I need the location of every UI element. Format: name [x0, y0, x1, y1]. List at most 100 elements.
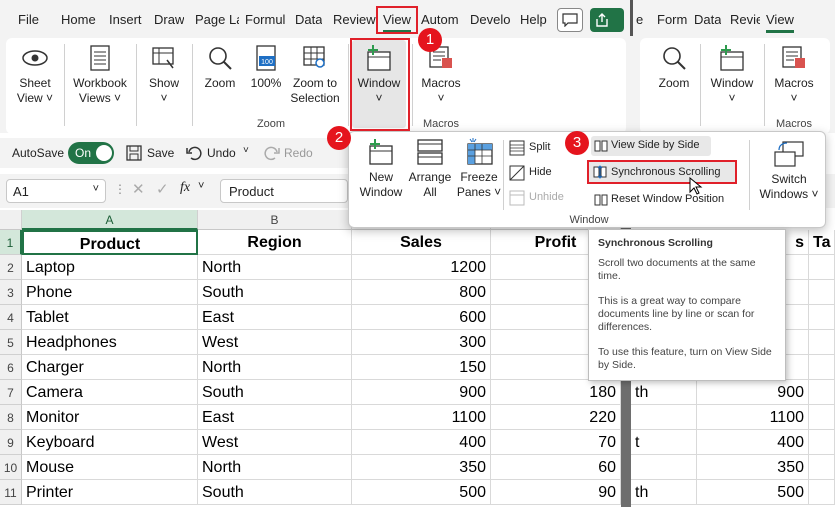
right-table-cell[interactable]: t — [631, 430, 697, 455]
tab-developer[interactable]: Develo — [470, 12, 512, 27]
table-cell[interactable]: North — [198, 355, 352, 380]
undo-icon[interactable] — [186, 145, 202, 161]
fx-dropdown-icon[interactable]: ˅ — [198, 180, 204, 192]
table-cell[interactable]: Headphones — [22, 330, 198, 355]
view-side-by-side-button[interactable]: View Side by Side — [591, 136, 711, 156]
header-cell[interactable]: Region — [198, 230, 352, 255]
table-cell[interactable]: 70 — [491, 430, 621, 455]
table-cell[interactable]: 400 — [352, 430, 491, 455]
row-header[interactable]: 5 — [0, 330, 22, 355]
tab-help[interactable]: Help — [520, 12, 547, 27]
row-header[interactable]: 4 — [0, 305, 22, 330]
sheet-view-button[interactable]: Sheet View ˅ — [12, 44, 58, 106]
table-cell[interactable]: 800 — [352, 280, 491, 305]
zoom-button[interactable]: Zoom — [198, 44, 242, 91]
row-header[interactable]: 11 — [0, 480, 22, 505]
table-cell[interactable]: West — [198, 430, 352, 455]
right-table-cell[interactable] — [809, 480, 835, 505]
tab-page-layout[interactable]: Page La — [195, 12, 239, 27]
name-box[interactable]: A1 ˅ — [6, 179, 106, 203]
more-options-icon[interactable]: ⋮ — [114, 182, 126, 196]
share-button[interactable] — [590, 8, 624, 32]
table-cell[interactable]: 220 — [491, 405, 621, 430]
table-cell[interactable]: 1200 — [352, 255, 491, 280]
table-cell[interactable]: 900 — [352, 380, 491, 405]
header-cell[interactable]: Sales — [352, 230, 491, 255]
tab-data[interactable]: Data — [295, 12, 322, 27]
show-button[interactable]: Show ˅ — [142, 44, 186, 106]
table-cell[interactable]: South — [198, 380, 352, 405]
row-header[interactable]: 9 — [0, 430, 22, 455]
tab-formulas-right[interactable]: Form — [657, 12, 687, 27]
tab-data-right[interactable]: Data — [694, 12, 721, 27]
row-header[interactable]: 1 — [0, 230, 22, 255]
window-button-right[interactable]: Window ˅ — [704, 44, 760, 106]
right-header-cell[interactable]: Ta — [809, 230, 835, 255]
table-cell[interactable]: Monitor — [22, 405, 198, 430]
row-header[interactable]: 7 — [0, 380, 22, 405]
insert-function-button[interactable]: fx — [180, 180, 190, 196]
table-cell[interactable]: 300 — [352, 330, 491, 355]
row-header[interactable]: 3 — [0, 280, 22, 305]
workbook-views-button[interactable]: Workbook Views ˅ — [68, 44, 132, 106]
cancel-icon[interactable]: ✕ — [132, 180, 145, 198]
zoom-100-button[interactable]: 100 100% — [246, 44, 286, 91]
arrange-all-button[interactable]: Arrange All — [407, 138, 453, 200]
table-cell[interactable]: Tablet — [22, 305, 198, 330]
hide-button[interactable]: Hide — [507, 163, 577, 183]
table-cell[interactable]: South — [198, 480, 352, 505]
right-table-cell[interactable] — [809, 380, 835, 405]
tab-automate[interactable]: Autom — [421, 12, 463, 27]
table-cell[interactable]: 350 — [352, 455, 491, 480]
new-window-button[interactable]: New Window — [357, 138, 405, 200]
tab-draw[interactable]: Draw — [154, 12, 184, 27]
tab-review-right[interactable]: Revie — [730, 12, 760, 27]
redo-icon[interactable] — [264, 145, 280, 161]
undo-dropdown-icon[interactable]: ˅ — [243, 145, 249, 156]
table-cell[interactable]: East — [198, 305, 352, 330]
table-cell[interactable]: West — [198, 330, 352, 355]
table-cell[interactable]: Laptop — [22, 255, 198, 280]
row-header[interactable]: 6 — [0, 355, 22, 380]
tab-file[interactable]: File — [18, 12, 39, 27]
table-cell[interactable]: 180 — [491, 380, 621, 405]
save-icon[interactable] — [126, 145, 142, 161]
right-table-cell[interactable]: 500 — [697, 480, 809, 505]
tab-view-right[interactable]: View — [766, 12, 794, 27]
zoom-to-selection-button[interactable]: Zoom to Selection — [286, 44, 344, 106]
table-cell[interactable]: 600 — [352, 305, 491, 330]
reset-window-position-button[interactable]: Reset Window Position — [591, 190, 741, 210]
save-label[interactable]: Save — [147, 146, 174, 160]
right-table-cell[interactable]: 400 — [697, 430, 809, 455]
table-cell[interactable]: Phone — [22, 280, 198, 305]
synchronous-scrolling-button[interactable]: Synchronous Scrolling — [587, 160, 737, 184]
tab-insert[interactable]: Insert — [109, 12, 142, 27]
right-table-cell[interactable] — [631, 455, 697, 480]
macros-button-right[interactable]: Macros ˅ — [768, 44, 820, 106]
table-cell[interactable]: North — [198, 255, 352, 280]
row-header[interactable]: 2 — [0, 255, 22, 280]
table-cell[interactable]: Camera — [22, 380, 198, 405]
row-header[interactable]: 10 — [0, 455, 22, 480]
right-table-cell[interactable] — [809, 455, 835, 480]
right-table-cell[interactable] — [809, 255, 835, 280]
formula-input[interactable]: Product — [220, 179, 348, 203]
zoom-button-right[interactable]: Zoom — [652, 44, 696, 91]
table-cell[interactable]: Keyboard — [22, 430, 198, 455]
redo-label[interactable]: Redo — [284, 146, 313, 160]
right-table-cell[interactable] — [809, 330, 835, 355]
row-header[interactable]: 8 — [0, 405, 22, 430]
table-cell[interactable]: East — [198, 405, 352, 430]
unhide-button[interactable]: Unhide — [507, 188, 577, 208]
undo-label[interactable]: Undo — [207, 146, 236, 160]
right-table-cell[interactable] — [809, 405, 835, 430]
table-cell[interactable]: South — [198, 280, 352, 305]
autosave-toggle[interactable]: On — [68, 142, 114, 164]
right-table-cell[interactable] — [809, 280, 835, 305]
switch-windows-button[interactable]: Switch Windows ˅ — [757, 140, 821, 202]
header-cell[interactable]: Product — [22, 230, 198, 255]
right-table-cell[interactable] — [809, 355, 835, 380]
right-table-cell[interactable]: th — [631, 480, 697, 505]
macros-button[interactable]: Macros ˅ — [416, 44, 466, 106]
freeze-panes-button[interactable]: Freeze Panes ˅ — [455, 138, 503, 200]
